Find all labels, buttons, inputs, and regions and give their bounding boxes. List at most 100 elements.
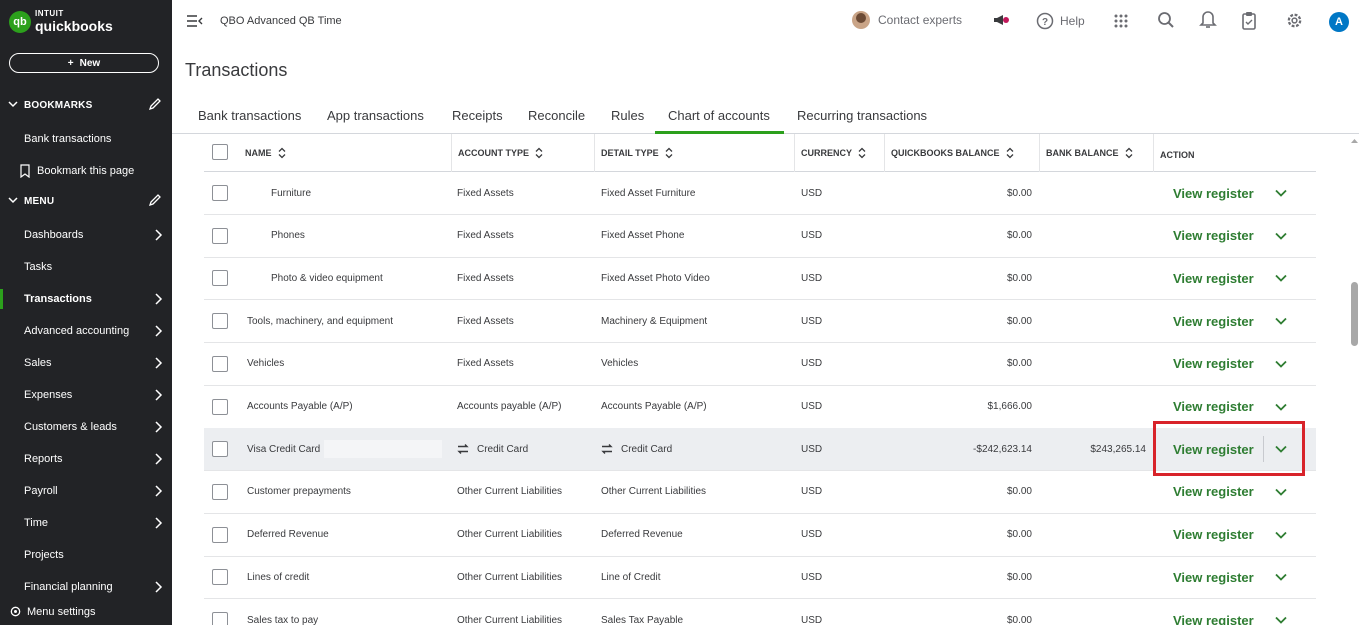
view-register-link[interactable]: View register <box>1173 343 1254 385</box>
quickbooks-logo[interactable]: qb INTUIT quickbooks <box>9 10 113 33</box>
account-name[interactable]: Vehicles <box>247 343 284 385</box>
header-detail-type[interactable]: DETAIL TYPE <box>594 134 794 172</box>
chevron-down-icon[interactable] <box>1274 528 1288 542</box>
chevron-down-icon[interactable] <box>1274 400 1288 414</box>
row-checkbox[interactable] <box>212 270 228 287</box>
menu-settings-button[interactable]: Menu settings <box>9 605 95 618</box>
sidebar-item-bank-transactions[interactable]: Bank transactions <box>0 127 172 151</box>
table-row[interactable]: Photo & video equipment Fixed Assets Fixed… <box>204 257 1316 301</box>
sidebar-item-payroll[interactable]: Payroll <box>0 479 172 503</box>
account-name[interactable]: Accounts Payable (A/P) <box>247 386 353 428</box>
table-row[interactable]: Tools, machinery, and equipment Fixed Ass… <box>204 300 1316 344</box>
sidebar-item-dashboards[interactable]: Dashboards <box>0 223 172 247</box>
chevron-down-icon[interactable] <box>1274 186 1288 200</box>
header-currency[interactable]: CURRENCY <box>794 134 884 172</box>
account-name[interactable]: Phones <box>271 215 305 257</box>
new-button[interactable]: + New <box>9 53 159 73</box>
scroll-up-arrow-icon[interactable] <box>1351 138 1358 144</box>
chevron-down-icon[interactable] <box>1274 357 1288 371</box>
scrollbar[interactable] <box>1349 134 1359 625</box>
scrollbar-thumb[interactable] <box>1351 282 1358 346</box>
account-name[interactable]: Visa Credit Card <box>247 428 443 470</box>
view-register-link[interactable]: View register <box>1173 599 1254 625</box>
apps-grid-icon[interactable] <box>1113 13 1129 29</box>
chevron-down-icon[interactable] <box>1274 271 1288 285</box>
sidebar-item-projects[interactable]: Projects <box>0 543 172 567</box>
edit-pencil-icon[interactable] <box>148 193 162 207</box>
tab-bank-transactions[interactable]: Bank transactions <box>198 108 301 123</box>
table-row[interactable]: Sales tax to pay Other Current Liabilitie… <box>204 599 1316 625</box>
row-checkbox[interactable] <box>212 185 228 201</box>
view-register-link[interactable]: View register <box>1173 514 1254 556</box>
megaphone-icon[interactable] <box>992 11 1010 29</box>
account-name[interactable]: Customer prepayments <box>247 471 351 513</box>
chevron-down-icon[interactable] <box>1274 314 1288 328</box>
row-checkbox[interactable] <box>212 313 228 330</box>
account-name[interactable]: Furniture <box>271 172 311 214</box>
row-checkbox[interactable] <box>212 483 228 500</box>
header-bank-balance[interactable]: BANK BALANCE <box>1039 134 1153 172</box>
settings-gear-icon[interactable] <box>1285 11 1304 30</box>
account-name[interactable]: Lines of credit <box>247 556 309 598</box>
help-button[interactable]: ? Help <box>1036 12 1085 30</box>
table-row[interactable]: Accounts Payable (A/P) Accounts payable (… <box>204 386 1316 429</box>
select-all-checkbox[interactable] <box>212 144 228 160</box>
sidebar-item-reports[interactable]: Reports <box>0 447 172 471</box>
tab-receipts[interactable]: Receipts <box>452 108 503 123</box>
account-name[interactable]: Photo & video equipment <box>271 257 383 299</box>
contact-experts-button[interactable]: Contact experts <box>852 11 962 29</box>
header-account-type[interactable]: ACCOUNT TYPE <box>451 134 594 172</box>
clipboard-icon[interactable] <box>1241 11 1257 30</box>
row-checkbox[interactable] <box>212 441 228 458</box>
view-register-link[interactable]: View register <box>1173 257 1254 299</box>
menu-section-header[interactable]: MENU <box>0 191 172 211</box>
sidebar-item-time[interactable]: Time <box>0 511 172 535</box>
table-row[interactable]: Lines of credit Other Current Liabilities… <box>204 556 1316 600</box>
table-row[interactable]: Phones Fixed Assets Fixed Asset Phone USD $0… <box>204 215 1316 258</box>
tab-chart-of-accounts[interactable]: Chart of accounts <box>668 108 770 129</box>
collapse-menu-icon[interactable] <box>186 13 204 29</box>
row-checkbox[interactable] <box>212 398 228 415</box>
tab-reconcile[interactable]: Reconcile <box>528 108 585 123</box>
table-row[interactable]: Deferred Revenue Other Current Liabilitie… <box>204 514 1316 557</box>
sidebar-item-bookmark-page[interactable]: Bookmark this page <box>0 159 172 183</box>
user-avatar[interactable]: A <box>1329 12 1349 32</box>
tab-rules[interactable]: Rules <box>611 108 644 123</box>
sidebar-item-sales[interactable]: Sales <box>0 351 172 375</box>
sidebar-item-transactions[interactable]: Transactions <box>0 287 172 311</box>
account-name[interactable]: Tools, machinery, and equipment <box>247 300 393 342</box>
row-checkbox[interactable] <box>212 569 228 586</box>
row-checkbox[interactable] <box>212 526 228 543</box>
row-checkbox[interactable] <box>212 612 228 625</box>
view-register-link[interactable]: View register <box>1173 471 1254 513</box>
header-name[interactable]: NAME <box>239 134 451 172</box>
row-checkbox[interactable] <box>212 227 228 244</box>
bookmarks-section-header[interactable]: BOOKMARKS <box>0 95 172 115</box>
view-register-link[interactable]: View register <box>1173 556 1254 598</box>
table-row[interactable]: Customer prepayments Other Current Liabil… <box>204 471 1316 514</box>
edit-pencil-icon[interactable] <box>148 97 162 111</box>
chevron-down-icon[interactable] <box>1274 613 1288 625</box>
table-row[interactable]: Furniture Fixed Assets Fixed Asset Furnitu… <box>204 172 1316 215</box>
view-register-link[interactable]: View register <box>1173 300 1254 342</box>
account-name[interactable]: Deferred Revenue <box>247 514 329 556</box>
view-register-link[interactable]: View register <box>1173 172 1254 214</box>
sidebar-item-advanced-accounting[interactable]: Advanced accounting <box>0 319 172 343</box>
search-icon[interactable] <box>1157 11 1175 29</box>
chevron-down-icon[interactable] <box>1274 229 1288 243</box>
notifications-bell-icon[interactable] <box>1199 9 1217 29</box>
table-row[interactable]: Vehicles Fixed Assets Vehicles USD $0.00 View… <box>204 343 1316 386</box>
sidebar-item-expenses[interactable]: Expenses <box>0 383 172 407</box>
sidebar-item-customers-leads[interactable]: Customers & leads <box>0 415 172 439</box>
header-qb-balance[interactable]: QUICKBOOKS BALANCE <box>884 134 1039 172</box>
table-row[interactable]: Visa Credit Card Credit Card Credit Card US… <box>204 428 1316 472</box>
chevron-down-icon[interactable] <box>1274 485 1288 499</box>
row-checkbox[interactable] <box>212 355 228 372</box>
account-name[interactable]: Sales tax to pay <box>247 599 318 625</box>
sidebar-item-tasks[interactable]: Tasks <box>0 255 172 279</box>
tab-app-transactions[interactable]: App transactions <box>327 108 424 123</box>
view-register-link[interactable]: View register <box>1173 215 1254 257</box>
sidebar-item-financial-planning[interactable]: Financial planning <box>0 575 172 599</box>
tab-recurring-transactions[interactable]: Recurring transactions <box>797 108 927 123</box>
chevron-down-icon[interactable] <box>1274 570 1288 584</box>
